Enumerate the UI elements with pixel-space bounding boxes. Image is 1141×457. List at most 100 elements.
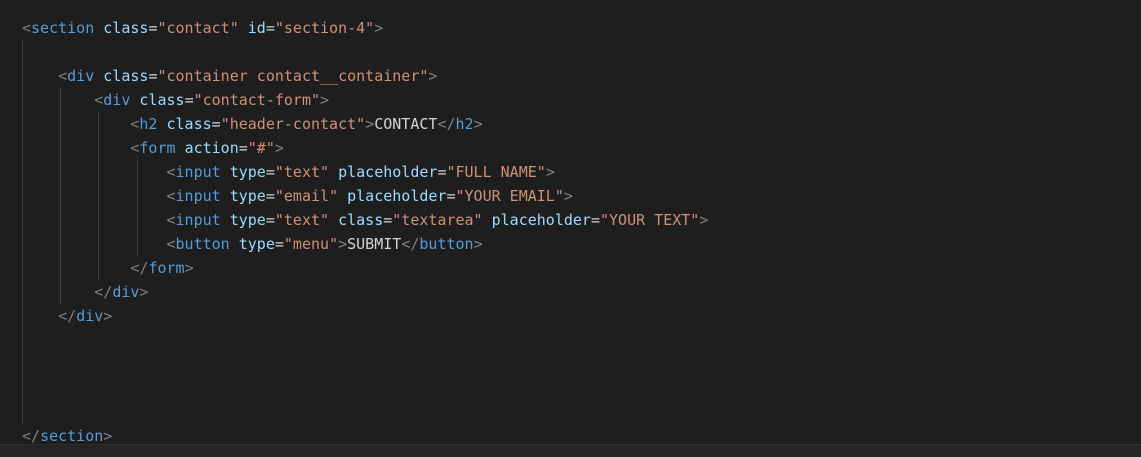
- code-token: =: [446, 187, 456, 205]
- code-token: >: [428, 67, 438, 85]
- code-token: h2: [455, 115, 474, 133]
- code-line: <section class="contact" id="section-4">: [22, 16, 383, 40]
- code-token: >: [274, 139, 284, 157]
- code-token: "#": [247, 139, 275, 157]
- code-token: class: [166, 115, 212, 133]
- code-token: <: [166, 187, 176, 205]
- code-line: <input type="email" placeholder="YOUR EM…: [22, 184, 573, 208]
- code-token: placeholder: [347, 187, 447, 205]
- code-token: "contact-form": [193, 91, 321, 109]
- code-token: >: [473, 115, 483, 133]
- code-token: <: [94, 91, 104, 109]
- code-token: "text": [274, 211, 330, 229]
- code-token: SUBMIT: [347, 235, 402, 253]
- code-token: >: [139, 283, 149, 301]
- code-line: <form action="#">: [22, 136, 284, 160]
- code-token: </: [22, 427, 41, 445]
- code-token: form: [139, 139, 176, 157]
- code-token: "FULL NAME": [446, 163, 546, 181]
- code-token: class: [338, 211, 384, 229]
- code-token: "contact": [157, 19, 239, 37]
- code-token: <: [166, 235, 176, 253]
- code-line: </form>: [22, 256, 194, 280]
- code-token: =: [211, 115, 221, 133]
- code-token: =: [184, 91, 194, 109]
- code-token: input: [175, 211, 221, 229]
- code-token: </: [130, 259, 149, 277]
- code-token: placeholder: [491, 211, 591, 229]
- code-token: type: [229, 211, 266, 229]
- code-token: form: [148, 259, 185, 277]
- code-token: placeholder: [338, 163, 438, 181]
- code-token: "textarea": [392, 211, 483, 229]
- code-token: =: [274, 235, 284, 253]
- code-token: </: [58, 307, 77, 325]
- code-token: >: [563, 187, 573, 205]
- code-token: =: [590, 211, 600, 229]
- code-token: >: [184, 259, 194, 277]
- code-token: "container contact__container": [157, 67, 429, 85]
- code-token: class: [139, 91, 185, 109]
- code-line: <input type="text" class="textarea" plac…: [22, 208, 709, 232]
- code-token: <: [166, 211, 176, 229]
- code-token: "text": [274, 163, 330, 181]
- code-token: div: [112, 283, 140, 301]
- code-token: =: [265, 163, 275, 181]
- code-token: "email": [274, 187, 339, 205]
- code-token: "header-contact": [220, 115, 366, 133]
- editor-bottom-border: [0, 444, 1141, 457]
- code-token: "YOUR TEXT": [600, 211, 700, 229]
- code-token: input: [175, 163, 221, 181]
- code-line: <h2 class="header-contact">CONTACT</h2>: [22, 112, 483, 136]
- code-token: "YOUR EMAIL": [455, 187, 564, 205]
- code-token: button: [175, 235, 230, 253]
- code-token: =: [265, 19, 275, 37]
- code-token: section: [31, 19, 95, 37]
- code-token: class: [103, 67, 149, 85]
- code-token: id: [247, 19, 266, 37]
- code-line: <div class="contact-form">: [22, 88, 329, 112]
- code-token: div: [103, 91, 131, 109]
- code-token: CONTACT: [374, 115, 438, 133]
- code-token: type: [229, 187, 266, 205]
- code-token: <: [22, 19, 32, 37]
- code-token: section: [40, 427, 104, 445]
- code-token: button: [419, 235, 474, 253]
- code-token: =: [265, 187, 275, 205]
- code-token: "menu": [283, 235, 339, 253]
- code-line: </div>: [22, 304, 112, 328]
- code-token: =: [383, 211, 393, 229]
- code-token: </: [437, 115, 456, 133]
- code-token: =: [238, 139, 248, 157]
- code-token: >: [103, 427, 113, 445]
- code-token: <: [166, 163, 176, 181]
- code-token: type: [238, 235, 275, 253]
- code-editor[interactable]: <section class="contact" id="section-4">…: [0, 0, 1141, 445]
- code-line: </div>: [22, 280, 148, 304]
- code-token: </: [94, 283, 113, 301]
- code-token: >: [365, 115, 375, 133]
- code-token: div: [67, 67, 95, 85]
- code-line: <div class="container contact__container…: [22, 64, 437, 88]
- code-token: "section-4": [274, 19, 375, 37]
- code-token: >: [374, 19, 384, 37]
- code-token: action: [184, 139, 239, 157]
- code-token: </: [401, 235, 420, 253]
